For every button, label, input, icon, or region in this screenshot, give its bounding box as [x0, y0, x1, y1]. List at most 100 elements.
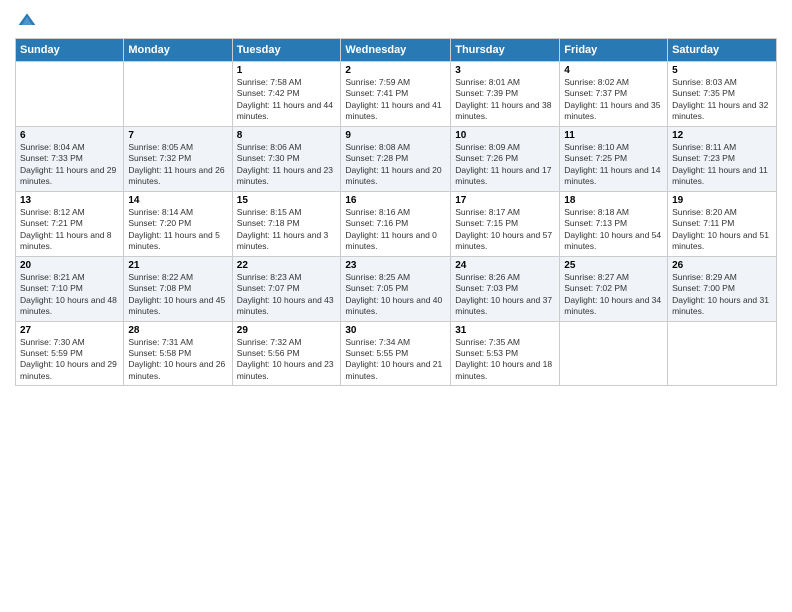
day-number: 26: [672, 260, 772, 271]
calendar-cell: [16, 62, 124, 127]
day-number: 23: [345, 260, 446, 271]
column-header-thursday: Thursday: [451, 39, 560, 62]
calendar-cell: [560, 321, 668, 386]
day-number: 10: [455, 130, 555, 141]
calendar-cell: 24Sunrise: 8:26 AM Sunset: 7:03 PM Dayli…: [451, 256, 560, 321]
day-info: Sunrise: 8:25 AM Sunset: 7:05 PM Dayligh…: [345, 272, 442, 316]
calendar-cell: 21Sunrise: 8:22 AM Sunset: 7:08 PM Dayli…: [124, 256, 232, 321]
day-number: 24: [455, 260, 555, 271]
day-number: 16: [345, 195, 446, 206]
day-number: 3: [455, 65, 555, 76]
calendar-cell: 22Sunrise: 8:23 AM Sunset: 7:07 PM Dayli…: [232, 256, 341, 321]
day-number: 5: [672, 65, 772, 76]
day-info: Sunrise: 8:01 AM Sunset: 7:39 PM Dayligh…: [455, 77, 551, 121]
logo: [15, 10, 37, 30]
calendar-table: SundayMondayTuesdayWednesdayThursdayFrid…: [15, 38, 777, 386]
day-number: 30: [345, 325, 446, 336]
column-header-sunday: Sunday: [16, 39, 124, 62]
calendar-cell: 23Sunrise: 8:25 AM Sunset: 7:05 PM Dayli…: [341, 256, 451, 321]
calendar-cell: 17Sunrise: 8:17 AM Sunset: 7:15 PM Dayli…: [451, 191, 560, 256]
calendar-cell: 10Sunrise: 8:09 AM Sunset: 7:26 PM Dayli…: [451, 126, 560, 191]
logo-icon: [17, 10, 37, 30]
day-number: 31: [455, 325, 555, 336]
day-number: 6: [20, 130, 119, 141]
calendar-week-1: 6Sunrise: 8:04 AM Sunset: 7:33 PM Daylig…: [16, 126, 777, 191]
day-info: Sunrise: 8:04 AM Sunset: 7:33 PM Dayligh…: [20, 142, 116, 186]
day-info: Sunrise: 8:06 AM Sunset: 7:30 PM Dayligh…: [237, 142, 333, 186]
calendar-header-row: SundayMondayTuesdayWednesdayThursdayFrid…: [16, 39, 777, 62]
calendar-cell: [668, 321, 777, 386]
day-info: Sunrise: 8:11 AM Sunset: 7:23 PM Dayligh…: [672, 142, 768, 186]
day-number: 12: [672, 130, 772, 141]
day-info: Sunrise: 7:35 AM Sunset: 5:53 PM Dayligh…: [455, 337, 552, 381]
day-info: Sunrise: 7:59 AM Sunset: 7:41 PM Dayligh…: [345, 77, 441, 121]
day-number: 27: [20, 325, 119, 336]
calendar-cell: 8Sunrise: 8:06 AM Sunset: 7:30 PM Daylig…: [232, 126, 341, 191]
calendar-week-0: 1Sunrise: 7:58 AM Sunset: 7:42 PM Daylig…: [16, 62, 777, 127]
day-info: Sunrise: 8:22 AM Sunset: 7:08 PM Dayligh…: [128, 272, 225, 316]
calendar-cell: [124, 62, 232, 127]
day-number: 11: [564, 130, 663, 141]
day-number: 18: [564, 195, 663, 206]
day-info: Sunrise: 8:16 AM Sunset: 7:16 PM Dayligh…: [345, 207, 437, 251]
day-number: 2: [345, 65, 446, 76]
page: SundayMondayTuesdayWednesdayThursdayFrid…: [0, 0, 792, 612]
calendar-cell: 31Sunrise: 7:35 AM Sunset: 5:53 PM Dayli…: [451, 321, 560, 386]
day-info: Sunrise: 8:26 AM Sunset: 7:03 PM Dayligh…: [455, 272, 552, 316]
calendar-cell: 4Sunrise: 8:02 AM Sunset: 7:37 PM Daylig…: [560, 62, 668, 127]
day-number: 28: [128, 325, 227, 336]
day-info: Sunrise: 8:02 AM Sunset: 7:37 PM Dayligh…: [564, 77, 660, 121]
day-info: Sunrise: 8:21 AM Sunset: 7:10 PM Dayligh…: [20, 272, 117, 316]
day-info: Sunrise: 7:31 AM Sunset: 5:58 PM Dayligh…: [128, 337, 225, 381]
calendar-cell: 16Sunrise: 8:16 AM Sunset: 7:16 PM Dayli…: [341, 191, 451, 256]
calendar-cell: 15Sunrise: 8:15 AM Sunset: 7:18 PM Dayli…: [232, 191, 341, 256]
calendar-cell: 5Sunrise: 8:03 AM Sunset: 7:35 PM Daylig…: [668, 62, 777, 127]
day-number: 15: [237, 195, 337, 206]
day-info: Sunrise: 8:18 AM Sunset: 7:13 PM Dayligh…: [564, 207, 661, 251]
calendar-cell: 6Sunrise: 8:04 AM Sunset: 7:33 PM Daylig…: [16, 126, 124, 191]
column-header-friday: Friday: [560, 39, 668, 62]
day-number: 4: [564, 65, 663, 76]
calendar-cell: 13Sunrise: 8:12 AM Sunset: 7:21 PM Dayli…: [16, 191, 124, 256]
day-number: 9: [345, 130, 446, 141]
calendar-cell: 2Sunrise: 7:59 AM Sunset: 7:41 PM Daylig…: [341, 62, 451, 127]
calendar-cell: 28Sunrise: 7:31 AM Sunset: 5:58 PM Dayli…: [124, 321, 232, 386]
day-info: Sunrise: 8:10 AM Sunset: 7:25 PM Dayligh…: [564, 142, 660, 186]
calendar-cell: 3Sunrise: 8:01 AM Sunset: 7:39 PM Daylig…: [451, 62, 560, 127]
column-header-saturday: Saturday: [668, 39, 777, 62]
calendar-cell: 20Sunrise: 8:21 AM Sunset: 7:10 PM Dayli…: [16, 256, 124, 321]
day-info: Sunrise: 8:14 AM Sunset: 7:20 PM Dayligh…: [128, 207, 220, 251]
calendar-cell: 26Sunrise: 8:29 AM Sunset: 7:00 PM Dayli…: [668, 256, 777, 321]
day-info: Sunrise: 8:17 AM Sunset: 7:15 PM Dayligh…: [455, 207, 552, 251]
day-number: 21: [128, 260, 227, 271]
calendar-cell: 25Sunrise: 8:27 AM Sunset: 7:02 PM Dayli…: [560, 256, 668, 321]
day-info: Sunrise: 8:15 AM Sunset: 7:18 PM Dayligh…: [237, 207, 329, 251]
day-info: Sunrise: 8:27 AM Sunset: 7:02 PM Dayligh…: [564, 272, 661, 316]
calendar-cell: 18Sunrise: 8:18 AM Sunset: 7:13 PM Dayli…: [560, 191, 668, 256]
day-info: Sunrise: 7:30 AM Sunset: 5:59 PM Dayligh…: [20, 337, 117, 381]
calendar-cell: 30Sunrise: 7:34 AM Sunset: 5:55 PM Dayli…: [341, 321, 451, 386]
day-info: Sunrise: 7:34 AM Sunset: 5:55 PM Dayligh…: [345, 337, 442, 381]
calendar-cell: 12Sunrise: 8:11 AM Sunset: 7:23 PM Dayli…: [668, 126, 777, 191]
day-info: Sunrise: 7:58 AM Sunset: 7:42 PM Dayligh…: [237, 77, 333, 121]
calendar-cell: 27Sunrise: 7:30 AM Sunset: 5:59 PM Dayli…: [16, 321, 124, 386]
day-number: 19: [672, 195, 772, 206]
day-info: Sunrise: 8:23 AM Sunset: 7:07 PM Dayligh…: [237, 272, 334, 316]
calendar-cell: 9Sunrise: 8:08 AM Sunset: 7:28 PM Daylig…: [341, 126, 451, 191]
day-number: 14: [128, 195, 227, 206]
calendar-week-4: 27Sunrise: 7:30 AM Sunset: 5:59 PM Dayli…: [16, 321, 777, 386]
calendar-cell: 1Sunrise: 7:58 AM Sunset: 7:42 PM Daylig…: [232, 62, 341, 127]
day-info: Sunrise: 8:03 AM Sunset: 7:35 PM Dayligh…: [672, 77, 768, 121]
day-number: 1: [237, 65, 337, 76]
calendar-cell: 19Sunrise: 8:20 AM Sunset: 7:11 PM Dayli…: [668, 191, 777, 256]
day-info: Sunrise: 7:32 AM Sunset: 5:56 PM Dayligh…: [237, 337, 334, 381]
column-header-monday: Monday: [124, 39, 232, 62]
calendar-body: 1Sunrise: 7:58 AM Sunset: 7:42 PM Daylig…: [16, 62, 777, 386]
day-number: 7: [128, 130, 227, 141]
day-number: 25: [564, 260, 663, 271]
day-number: 8: [237, 130, 337, 141]
calendar-cell: 14Sunrise: 8:14 AM Sunset: 7:20 PM Dayli…: [124, 191, 232, 256]
day-number: 20: [20, 260, 119, 271]
day-info: Sunrise: 8:20 AM Sunset: 7:11 PM Dayligh…: [672, 207, 769, 251]
day-info: Sunrise: 8:09 AM Sunset: 7:26 PM Dayligh…: [455, 142, 551, 186]
